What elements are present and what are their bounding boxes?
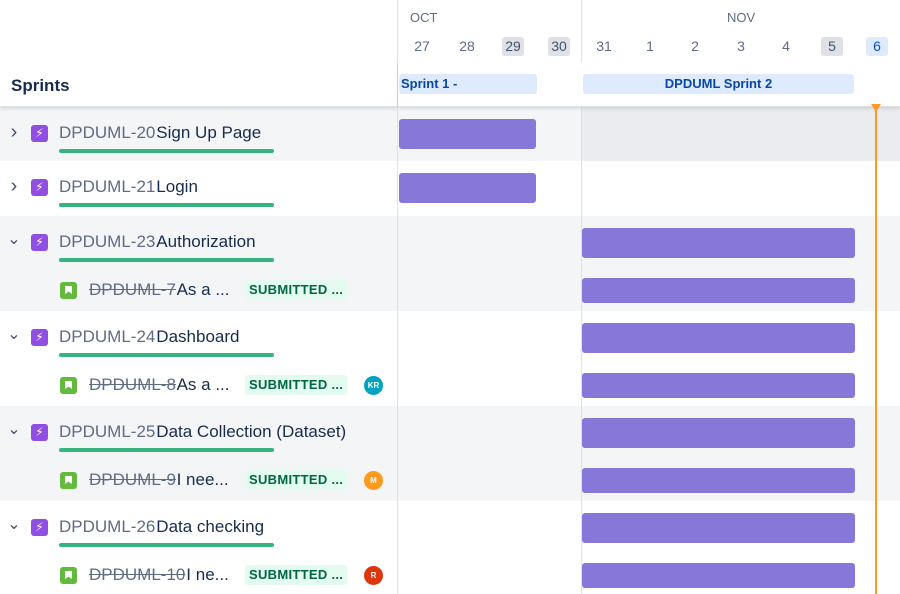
collapse-chevron-icon[interactable]: ⌄ — [7, 324, 21, 344]
sprints-title: Sprints — [11, 76, 70, 95]
epic-icon: ⚡ — [31, 519, 48, 536]
issue-key[interactable]: DPDUML-24 — [59, 327, 155, 347]
epic-timeline-bar[interactable] — [399, 173, 536, 203]
story-icon — [60, 282, 77, 299]
assignee-avatar[interactable] — [364, 281, 383, 300]
day-label: 5 — [821, 37, 843, 56]
issue-summary[interactable]: I nee... — [177, 470, 245, 490]
expand-chevron-icon[interactable]: › — [7, 175, 21, 198]
day-label: 30 — [548, 37, 570, 56]
assignee-avatar[interactable]: KR — [364, 376, 383, 395]
epic-icon: ⚡ — [31, 424, 48, 441]
epic-icon: ⚡ — [31, 179, 48, 196]
issue-summary[interactable]: Login — [156, 177, 198, 197]
epic-icon: ⚡ — [31, 329, 48, 346]
story-icon — [60, 567, 77, 584]
epic-timeline-bar[interactable] — [582, 418, 855, 448]
issue-summary[interactable]: Authorization — [156, 232, 255, 252]
issue-summary[interactable]: Data checking — [156, 517, 264, 537]
expand-chevron-icon[interactable]: › — [7, 121, 21, 144]
story-timeline-bar[interactable] — [582, 278, 855, 303]
sprint-1-pill[interactable]: Sprint 1 - — [399, 74, 537, 94]
collapse-chevron-icon[interactable]: ⌄ — [7, 514, 21, 534]
month-label-oct: OCT — [410, 10, 438, 25]
progress-bar — [59, 203, 274, 207]
epic-timeline-bar[interactable] — [582, 323, 855, 353]
day-label: 1 — [646, 38, 654, 54]
issue-key[interactable]: DPDUML-25 — [59, 422, 155, 442]
assignee-avatar[interactable]: M — [364, 471, 383, 490]
issue-key[interactable]: DPDUML-20 — [59, 123, 155, 143]
epic-icon: ⚡ — [31, 125, 48, 142]
day-label: 29 — [502, 37, 524, 56]
day-label: 6 — [866, 37, 888, 56]
day-label: 31 — [596, 38, 612, 54]
issue-summary[interactable]: Dashboard — [156, 327, 239, 347]
progress-bar — [59, 353, 274, 357]
story-icon — [60, 377, 77, 394]
day-label: 3 — [737, 38, 745, 54]
issue-key[interactable]: DPDUML-23 — [59, 232, 155, 252]
assignee-avatar[interactable]: R — [364, 566, 383, 585]
header-left-blank — [0, 0, 397, 63]
epic-timeline-bar[interactable] — [582, 513, 855, 543]
day-label: 27 — [414, 38, 430, 54]
collapse-chevron-icon[interactable]: ⌄ — [7, 419, 21, 439]
story-timeline-bar[interactable] — [582, 468, 855, 493]
progress-bar — [59, 543, 274, 547]
issue-summary[interactable]: As a ... — [177, 280, 245, 300]
row-bg-shade — [582, 107, 900, 161]
issue-summary[interactable]: Sign Up Page — [156, 123, 261, 143]
issue-key[interactable]: DPDUML-7 — [89, 280, 176, 300]
issue-summary[interactable]: I ne... — [186, 565, 245, 585]
day-label: 2 — [691, 38, 699, 54]
issue-summary[interactable]: Data Collection (Dataset) — [156, 422, 346, 442]
issue-key[interactable]: DPDUML-9 — [89, 470, 176, 490]
progress-bar — [59, 149, 274, 153]
progress-bar — [59, 258, 274, 262]
status-lozenge[interactable]: SUBMITTED ... — [245, 280, 348, 300]
issue-summary[interactable]: As a ... — [177, 375, 245, 395]
sprint-2-pill[interactable]: DPDUML Sprint 2 — [583, 74, 854, 94]
issue-key[interactable]: DPDUML-10 — [89, 565, 185, 585]
story-icon — [60, 472, 77, 489]
day-label: 4 — [782, 38, 790, 54]
epic-timeline-bar[interactable] — [582, 228, 855, 258]
issue-key[interactable]: DPDUML-8 — [89, 375, 176, 395]
story-timeline-bar[interactable] — [582, 373, 855, 398]
today-marker — [871, 104, 881, 112]
collapse-chevron-icon[interactable]: ⌄ — [7, 229, 21, 249]
issue-key[interactable]: DPDUML-21 — [59, 177, 155, 197]
day-label: 28 — [459, 38, 475, 54]
epic-icon: ⚡ — [31, 234, 48, 251]
story-timeline-bar[interactable] — [582, 563, 855, 588]
epic-timeline-bar[interactable] — [399, 119, 536, 149]
status-lozenge[interactable]: SUBMITTED ... — [245, 470, 348, 490]
today-line — [875, 106, 877, 594]
issue-key[interactable]: DPDUML-26 — [59, 517, 155, 537]
month-label-nov: NOV — [727, 10, 756, 25]
status-lozenge[interactable]: SUBMITTED ... — [245, 565, 348, 585]
status-lozenge[interactable]: SUBMITTED ... — [245, 375, 348, 395]
progress-bar — [59, 448, 274, 452]
